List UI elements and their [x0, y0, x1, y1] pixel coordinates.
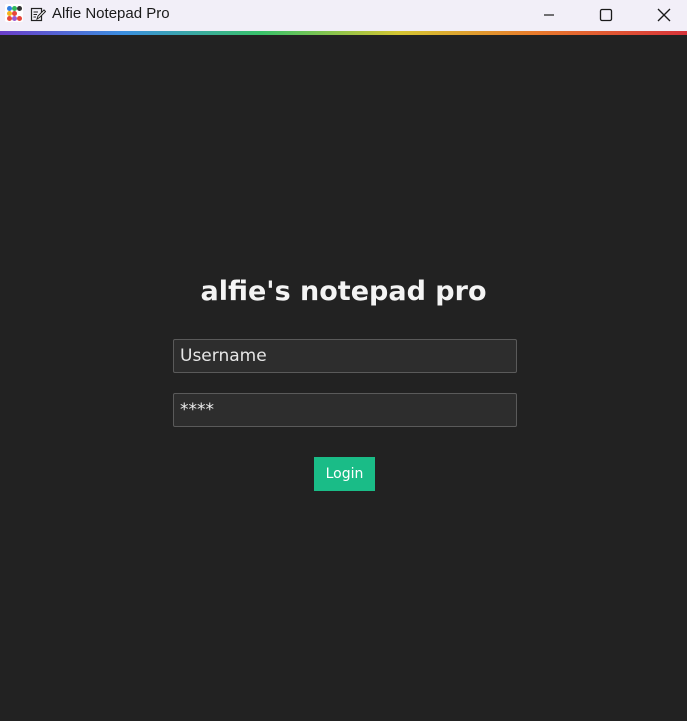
- username-input[interactable]: [173, 339, 517, 373]
- login-button[interactable]: Login: [314, 457, 375, 491]
- app-heading: alfie's notepad pro: [200, 276, 487, 307]
- login-form: alfie's notepad pro Login: [0, 0, 687, 721]
- password-input[interactable]: [173, 393, 517, 427]
- app-window: Alfie Notepad Pro alfie's notepad pro Lo…: [0, 0, 687, 721]
